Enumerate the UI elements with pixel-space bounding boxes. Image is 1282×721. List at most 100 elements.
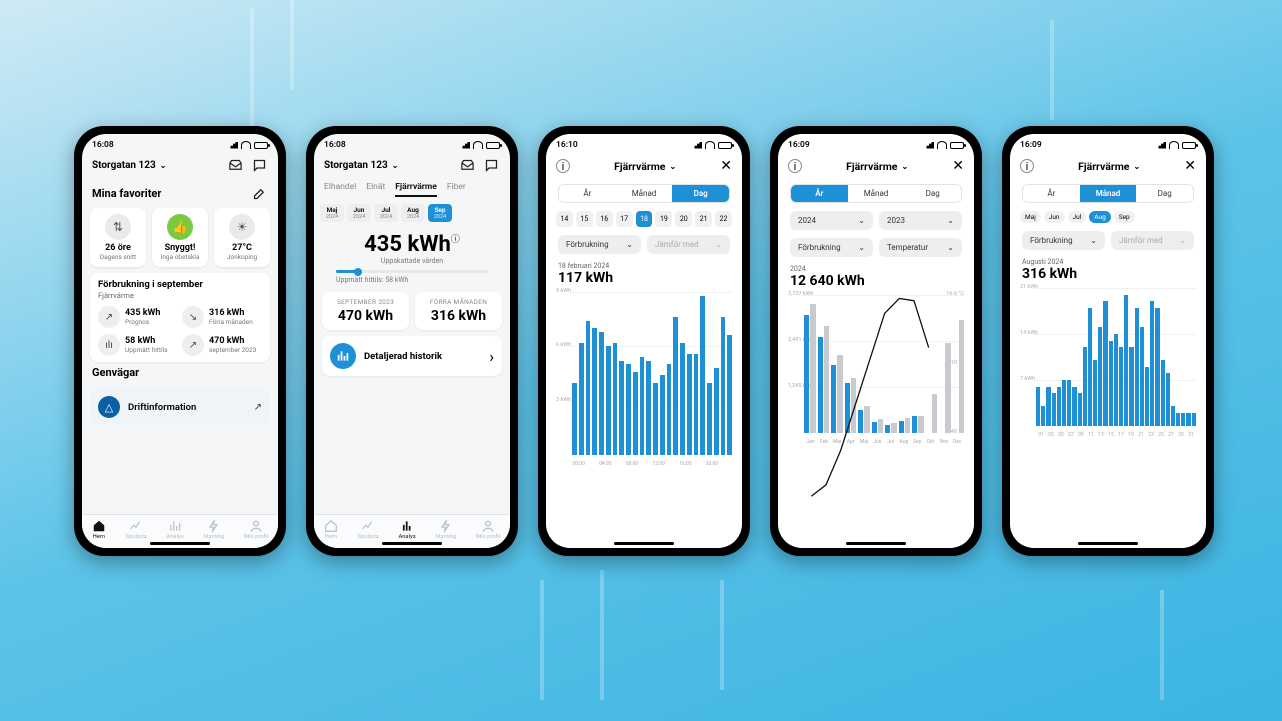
measured-label: Uppmätt hittils: 58 kWh [314, 276, 510, 284]
select-metric[interactable]: Förbrukning⌄ [558, 235, 641, 254]
month-chip[interactable]: Jul2024 [374, 204, 398, 222]
seg-month[interactable]: Månad [848, 185, 905, 202]
inbox-icon[interactable] [226, 156, 244, 174]
day-chip[interactable]: 19 [655, 211, 672, 227]
select-metric[interactable]: Förbrukning⌄ [790, 238, 873, 257]
day-chip[interactable]: 22 [715, 211, 732, 227]
favorites-title: Mina favoriter [92, 187, 161, 200]
arrow-up-right-icon: ↗ [98, 306, 120, 328]
select-compare[interactable]: Jämför med⌄ [647, 235, 730, 254]
info-icon[interactable]: i [788, 159, 802, 173]
nav-spot[interactable]: Spotpris [125, 519, 147, 540]
month-chip[interactable]: Aug2024 [401, 204, 425, 222]
nav-analys[interactable]: Analys [398, 519, 415, 540]
month-chip[interactable]: Sep [1114, 211, 1135, 223]
nav-styr[interactable]: Styrning [203, 519, 224, 540]
phone-home: 16:08 Storgatan 123⌄ Mina favoriter ⇅26 … [74, 126, 286, 556]
stat-prognos: ↗435 kWhPrognos [98, 306, 178, 328]
seg-year[interactable]: År [1023, 185, 1080, 202]
day-chip[interactable]: 17 [616, 211, 633, 227]
tab-fiber[interactable]: Fiber [447, 182, 466, 197]
day-chip[interactable]: 16 [596, 211, 613, 227]
day-scroller: 14 15 16 17 18 19 20 21 22 [546, 207, 742, 231]
nav-home[interactable]: Hem [324, 519, 338, 540]
tab-elhandel[interactable]: Elhandel [324, 182, 356, 197]
month-chip[interactable]: Aug [1089, 211, 1110, 223]
nav-profile[interactable]: Min profil [244, 519, 268, 540]
close-icon[interactable]: ✕ [720, 158, 732, 174]
day-chip[interactable]: 21 [695, 211, 712, 227]
hourly-bar-chart: 3 kWh6 kWh9 kWh00:0004:0008:0012:0016:00… [556, 292, 732, 467]
nav-styr[interactable]: Styrning [435, 519, 456, 540]
day-chip[interactable]: 20 [675, 211, 692, 227]
day-chip[interactable]: 14 [556, 211, 573, 227]
phone-analys: 16:08 Storgatan 123⌄ Elhandel Elnät Fjär… [306, 126, 518, 556]
close-icon[interactable]: ✕ [1184, 158, 1196, 174]
stat-lastmonth: ↘316 kWhFörra månaden [182, 306, 262, 328]
modal-title[interactable]: Fjärrvärme⌄ [846, 160, 908, 173]
month-chip[interactable]: Jul [1068, 211, 1087, 223]
bars-icon [330, 343, 356, 369]
modal-title[interactable]: Fjärrvärme⌄ [614, 160, 676, 173]
nav-profile[interactable]: Min profil [476, 519, 500, 540]
seg-day[interactable]: Dag [1136, 185, 1193, 202]
chevron-down-icon: ⌄ [626, 240, 633, 249]
month-chip[interactable]: Maj2024 [320, 204, 344, 222]
card-lastyear[interactable]: SEPTEMBER 2023470 kWh [322, 292, 409, 330]
month-chip[interactable]: Jun2024 [347, 204, 371, 222]
usage-card[interactable]: Förbrukning i september Fjärrvärme ↗435 … [90, 273, 270, 362]
select-metric[interactable]: Förbrukning⌄ [1022, 231, 1105, 250]
chevron-down-icon: ⌄ [392, 161, 399, 170]
card-lastmonth[interactable]: FÖRRA MÅNADEN316 kWh [415, 292, 502, 330]
chart-value: 12 640 kWh [790, 273, 962, 289]
chat-icon[interactable] [250, 156, 268, 174]
seg-day[interactable]: Dag [672, 185, 729, 202]
fav-card-price[interactable]: ⇅26 öreDagens snitt [90, 208, 146, 267]
tab-fjarrvarme[interactable]: Fjärrvärme [395, 182, 437, 197]
seg-month[interactable]: Månad [1080, 185, 1137, 202]
chat-icon[interactable] [482, 156, 500, 174]
modal-title[interactable]: Fjärrvärme⌄ [1078, 160, 1140, 173]
month-chip[interactable]: Jun [1044, 211, 1065, 223]
tab-elnat[interactable]: Elnät [366, 182, 385, 197]
chevron-down-icon: ⌄ [1179, 236, 1186, 245]
nav-home[interactable]: Hem [92, 519, 106, 540]
seg-year[interactable]: År [559, 185, 616, 202]
seg-day[interactable]: Dag [904, 185, 961, 202]
address-selector[interactable]: Storgatan 123⌄ [92, 160, 166, 171]
yearly-bar-chart: 1,245 kWh2,491 kWh3,737 kWh3.48 °C10 °C1… [788, 295, 964, 445]
select-compare[interactable]: Jämför med⌄ [1111, 231, 1194, 250]
address-selector[interactable]: Storgatan 123⌄ [324, 160, 398, 171]
select-year-b[interactable]: 2023⌄ [879, 211, 962, 230]
nav-analys[interactable]: Analys [166, 519, 183, 540]
status-bar: 16:08 [314, 134, 510, 152]
month-chip[interactable]: Sep2024 [428, 204, 452, 222]
edit-icon[interactable] [250, 184, 268, 202]
info-icon[interactable]: ⓘ [451, 235, 460, 245]
info-icon[interactable]: i [556, 159, 570, 173]
month-chip[interactable]: Maj [1020, 211, 1041, 223]
seg-year[interactable]: År [791, 185, 848, 202]
chevron-right-icon: › [489, 347, 494, 366]
nav-spot[interactable]: Spotpris [357, 519, 379, 540]
chevron-down-icon: ⌄ [715, 240, 722, 249]
day-chip[interactable]: 18 [636, 211, 653, 227]
arrow-down-right-icon: ↘ [182, 306, 204, 328]
inbox-icon[interactable] [458, 156, 476, 174]
close-icon[interactable]: ✕ [952, 158, 964, 174]
period-segment: År Månad Dag [1022, 184, 1194, 203]
seg-month[interactable]: Månad [616, 185, 673, 202]
detailed-history-row[interactable]: Detaljerad historik › [322, 336, 502, 376]
info-icon[interactable]: i [1020, 159, 1034, 173]
arrow-up-right-icon: ↗ [182, 334, 204, 356]
fav-card-invoices[interactable]: 👍Snyggt!Inga obetskla [152, 208, 208, 267]
shortcut-drift[interactable]: △ Driftinformation ↗ [90, 389, 270, 425]
period-segment: År Månad Dag [558, 184, 730, 203]
daily-bar-chart: 7 kWh14 kWh21 kWh01030507091113151719212… [1020, 288, 1196, 438]
select-temperature[interactable]: Temperatur⌄ [879, 238, 962, 257]
headline-value: 435 kWhⓘ [314, 232, 510, 257]
bars-icon: ılı [98, 334, 120, 356]
day-chip[interactable]: 15 [576, 211, 593, 227]
fav-card-weather[interactable]: ☀27°CJonkoping [214, 208, 270, 267]
select-year-a[interactable]: 2024⌄ [790, 211, 873, 230]
